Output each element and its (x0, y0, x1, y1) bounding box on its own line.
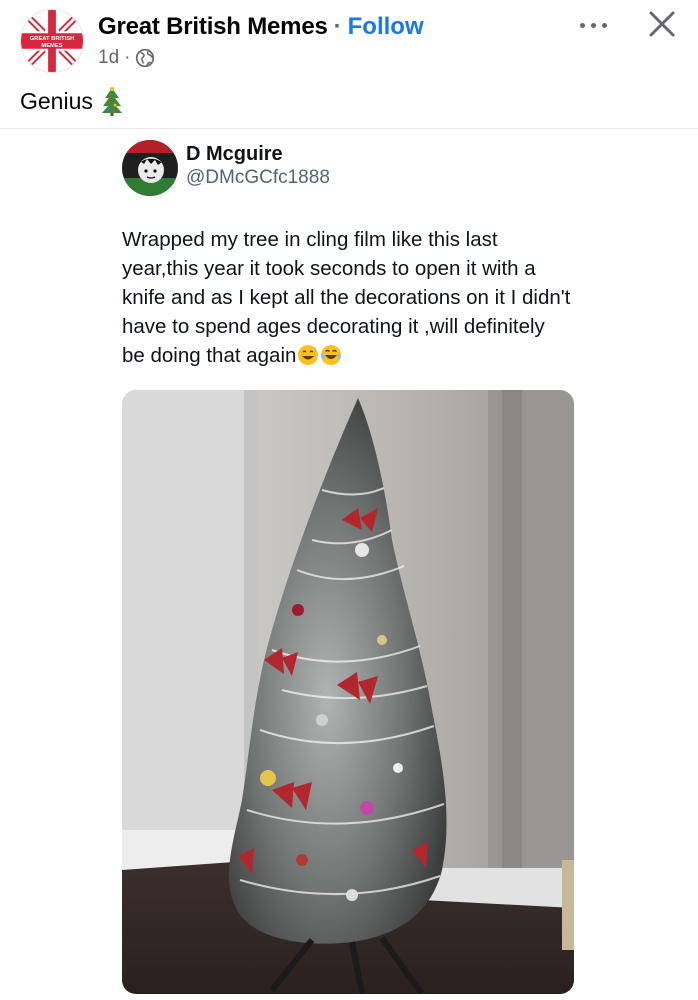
post-meta: 1d · (98, 46, 155, 70)
tweet-text-block: Wrapped my tree in cling film like this … (122, 225, 572, 370)
meta-separator: · (124, 47, 131, 68)
post-timestamp[interactable]: 1d (98, 47, 119, 69)
page-name-row: Great British Memes · Follow (98, 12, 424, 42)
close-button[interactable] (646, 8, 678, 40)
follow-button[interactable]: Follow (348, 13, 424, 41)
tweet-handle: @DMcGCfc1888 (186, 167, 330, 188)
tears-of-joy-emoji (321, 345, 342, 365)
christmas-tree-emoji (101, 87, 122, 116)
post-caption: Genius (20, 86, 123, 116)
tweet-avatar-image (122, 140, 178, 196)
post-header: GREAT BRITISH MEMES Great British Memes … (0, 0, 698, 86)
avatar-text-line1: GREAT BRITISH (30, 36, 75, 42)
tweet-text: Wrapped my tree in cling film like this … (122, 228, 571, 367)
page-name[interactable]: Great British Memes (98, 13, 328, 41)
page-avatar[interactable]: GREAT BRITISH MEMES (20, 9, 84, 73)
divider (0, 128, 698, 129)
tweet-avatar[interactable] (122, 140, 178, 196)
globe-icon (136, 48, 155, 68)
name-separator: · (333, 13, 342, 40)
close-icon (649, 11, 675, 37)
tweet-photo[interactable] (122, 390, 574, 994)
tweet-display-name: D Mcguire (186, 143, 283, 165)
more-horizontal-icon (580, 23, 585, 28)
caption-text: Genius (20, 87, 93, 114)
grinning-sweat-emoji (298, 345, 319, 365)
union-jack-logo: GREAT BRITISH MEMES (21, 10, 83, 72)
christmas-tree-wrapped-in-cling-film (122, 390, 574, 994)
avatar-text-line2: MEMES (41, 43, 62, 49)
more-options-button[interactable] (574, 10, 614, 40)
